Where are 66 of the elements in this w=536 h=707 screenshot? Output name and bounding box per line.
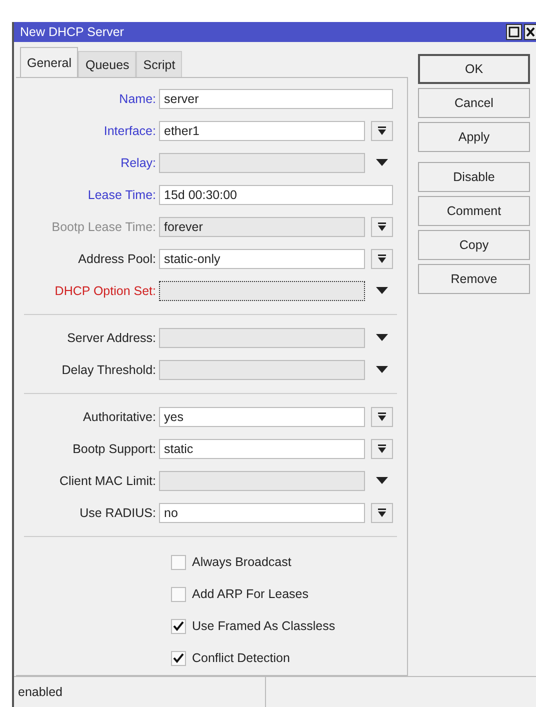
action-button[interactable]: Apply [418,122,530,152]
field-label: Address Pool: [77,252,157,266]
check-icon [173,653,184,663]
bar-down-arrow-icon [377,126,387,136]
select-field[interactable]: static [159,439,365,459]
dropdown-button[interactable] [371,249,393,269]
action-button[interactable]: OK [418,54,530,84]
field-label: Bootp Lease Time: [50,220,157,234]
down-arrow-icon[interactable] [376,366,388,374]
dropdown-button[interactable] [371,439,393,459]
checkbox-label: Always Broadcast [192,555,292,569]
checkbox[interactable] [171,586,186,602]
select-field[interactable]: no [159,503,365,523]
checkbox[interactable] [171,554,186,570]
bar-down-arrow-icon [377,254,387,264]
field-label: Lease Time: [86,188,157,202]
action-button[interactable]: Cancel [418,88,530,118]
input-field[interactable]: 15d 00:30:00 [159,185,393,205]
tab[interactable]: Queues [78,51,136,77]
down-arrow-icon[interactable] [376,287,388,295]
field-label: Bootp Support: [72,442,157,456]
select-field[interactable]: ether1 [159,121,365,141]
dropdown-button[interactable] [371,503,393,523]
field-label: Client MAC Limit: [58,474,157,488]
field-label: Relay: [120,156,157,170]
field-label: Use RADIUS: [78,506,157,520]
field-label: Name: [118,92,157,106]
field-label: Server Address: [66,331,157,345]
action-button[interactable]: Copy [418,230,530,260]
down-arrow-icon[interactable] [376,477,388,485]
action-button[interactable]: Disable [418,162,530,192]
input-field[interactable]: server [159,89,393,109]
checkbox-label: Conflict Detection [192,651,290,665]
status-text: enabled [14,677,266,707]
tab[interactable]: Script [136,51,182,77]
checkbox[interactable] [171,618,186,634]
tab[interactable]: General [20,47,78,77]
checkbox-label: Add ARP For Leases [192,587,309,601]
check-icon [173,621,184,631]
down-arrow-icon[interactable] [376,334,388,342]
down-arrow-icon[interactable] [376,159,388,167]
combo-field[interactable] [159,471,365,491]
field-label: Interface: [102,124,157,138]
select-field[interactable]: static-only [159,249,365,269]
select-field[interactable]: yes [159,407,365,427]
combo-field[interactable] [159,328,365,348]
bar-down-arrow-icon [377,412,387,422]
window-title: New DHCP Server [20,25,124,39]
combo-field[interactable] [159,153,365,173]
close-icon[interactable] [524,24,536,40]
combo-field[interactable] [159,360,365,380]
field-label: DHCP Option Set: [54,284,157,298]
action-button[interactable]: Remove [418,264,530,294]
dropdown-button[interactable] [371,121,393,141]
bar-down-arrow-icon [377,222,387,232]
action-button[interactable]: Comment [418,196,530,226]
bar-down-arrow-icon [377,444,387,454]
field-label: Authoritative: [82,410,157,424]
dropdown-button[interactable] [371,217,393,237]
checkbox-label: Use Framed As Classless [192,619,336,633]
bar-down-arrow-icon [377,508,387,518]
maximize-icon[interactable] [506,24,522,40]
dropdown-button[interactable] [371,407,393,427]
combo-field[interactable] [159,281,365,301]
checkbox[interactable] [171,650,186,666]
field-label: Delay Threshold: [60,363,157,377]
